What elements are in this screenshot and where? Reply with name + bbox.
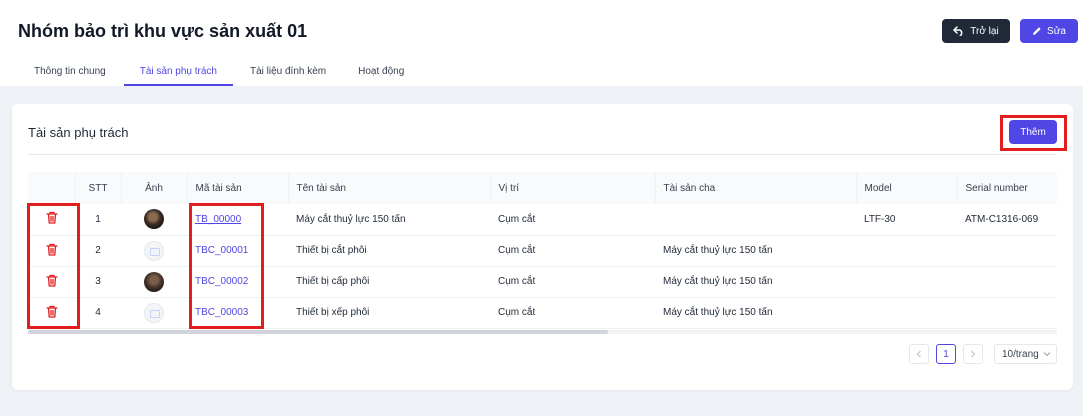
image-placeholder-icon (144, 240, 164, 261)
row-index: 3 (75, 266, 121, 298)
row-index: 1 (75, 204, 121, 236)
tab-general-info[interactable]: Thông tin chung (34, 58, 106, 86)
column-header-image: Ảnh (120, 172, 187, 204)
asset-photo (144, 209, 164, 230)
asset-photo (144, 271, 164, 292)
asset-parent: Máy cắt thuỷ lực 150 tấn (655, 297, 856, 329)
assets-table: STT Ảnh Mã tài sản Tên tài sản Vị trí Tà… (28, 172, 1057, 330)
asset-parent (655, 204, 856, 236)
asset-model (856, 297, 957, 329)
assets-card: Tài sản phụ trách Thêm STT Ảnh Mã tài sả… (12, 104, 1073, 390)
page-title: Nhóm bảo trì khu vực sản xuất 01 (18, 21, 308, 41)
image-placeholder-icon (144, 302, 164, 323)
pencil-icon (1033, 27, 1041, 35)
section-title: Tài sản phụ trách (28, 125, 129, 140)
column-header-code: Mã tài sản (186, 172, 288, 204)
prev-page-button[interactable] (909, 344, 929, 364)
tab-assets[interactable]: Tài sản phụ trách (123, 58, 234, 86)
code-column-highlight (189, 203, 264, 329)
asset-serial (957, 266, 1057, 298)
asset-name: Thiết bị cắt phôi (288, 235, 490, 267)
column-header-name: Tên tài sản (287, 172, 490, 204)
column-header-location: Vị trí (489, 172, 655, 204)
table-row: 2 TBC_00001 Thiết bị cắt phôi Cụm cắt Má… (28, 235, 1057, 267)
asset-serial (957, 297, 1057, 329)
asset-location: Cụm cắt (490, 235, 655, 267)
delete-column-highlight (27, 203, 80, 329)
scrollbar-thumb[interactable] (28, 330, 608, 334)
back-button[interactable]: Trở lại (942, 19, 1010, 43)
table-row: 4 TBC_00003 Thiết bị xếp phôi Cụm cắt Má… (28, 297, 1057, 329)
edit-button-label: Sửa (1047, 25, 1066, 37)
back-button-label: Trở lại (970, 25, 999, 37)
asset-location: Cụm cắt (490, 297, 655, 329)
asset-serial: ATM-C1316-069 (957, 204, 1057, 236)
column-header-serial: Serial number (956, 172, 1057, 204)
column-header-stt: STT (74, 172, 121, 204)
asset-thumbnail-cell (121, 266, 187, 298)
row-index: 2 (75, 235, 121, 267)
chevron-down-icon (1043, 352, 1051, 357)
asset-name: Máy cắt thuỷ lực 150 tấn (288, 204, 490, 236)
page-size-select[interactable]: 10/trang (994, 344, 1057, 364)
asset-name: Thiết bị xếp phôi (288, 297, 490, 329)
asset-serial (957, 235, 1057, 267)
edit-button[interactable]: Sửa (1020, 19, 1078, 43)
table-header-row: STT Ảnh Mã tài sản Tên tài sản Vị trí Tà… (28, 172, 1057, 204)
table-row: 3 TBC_00002 Thiết bị cấp phôi Cụm cắt Má… (28, 266, 1057, 298)
column-header-model: Model (855, 172, 957, 204)
row-index: 4 (75, 297, 121, 329)
asset-thumbnail-cell (121, 204, 187, 236)
asset-thumbnail-cell (121, 235, 187, 267)
page-header: Nhóm bảo trì khu vực sản xuất 01 Trở lại… (0, 0, 1083, 86)
tab-activity[interactable]: Hoạt động (358, 58, 404, 86)
divider (28, 154, 1057, 155)
column-header-actions (28, 172, 75, 204)
asset-thumbnail-cell (121, 297, 187, 329)
table-row: 1 TB_00000 Máy cắt thuỷ lực 150 tấn Cụm … (28, 204, 1057, 236)
page-number-button[interactable]: 1 (936, 344, 956, 364)
asset-location: Cụm cắt (490, 266, 655, 298)
asset-name: Thiết bị cấp phôi (288, 266, 490, 298)
asset-parent: Máy cắt thuỷ lực 150 tấn (655, 235, 856, 267)
add-button-highlight (1000, 115, 1067, 151)
asset-model: LTF-30 (856, 204, 957, 236)
asset-model (856, 266, 957, 298)
tab-attachments[interactable]: Tài liệu đính kèm (250, 58, 326, 86)
asset-location: Cụm cắt (490, 204, 655, 236)
column-header-parent: Tài sản cha (654, 172, 856, 204)
horizontal-scrollbar[interactable] (28, 330, 1057, 334)
page-size-value: 10/trang (1002, 348, 1039, 360)
undo-arrow-icon (953, 26, 963, 36)
asset-parent: Máy cắt thuỷ lực 150 tấn (655, 266, 856, 298)
next-page-button[interactable] (963, 344, 983, 364)
tab-bar: Thông tin chung Tài sản phụ trách Tài li… (18, 58, 404, 86)
chevron-right-icon (971, 350, 976, 358)
chevron-left-icon (916, 350, 921, 358)
asset-model (856, 235, 957, 267)
